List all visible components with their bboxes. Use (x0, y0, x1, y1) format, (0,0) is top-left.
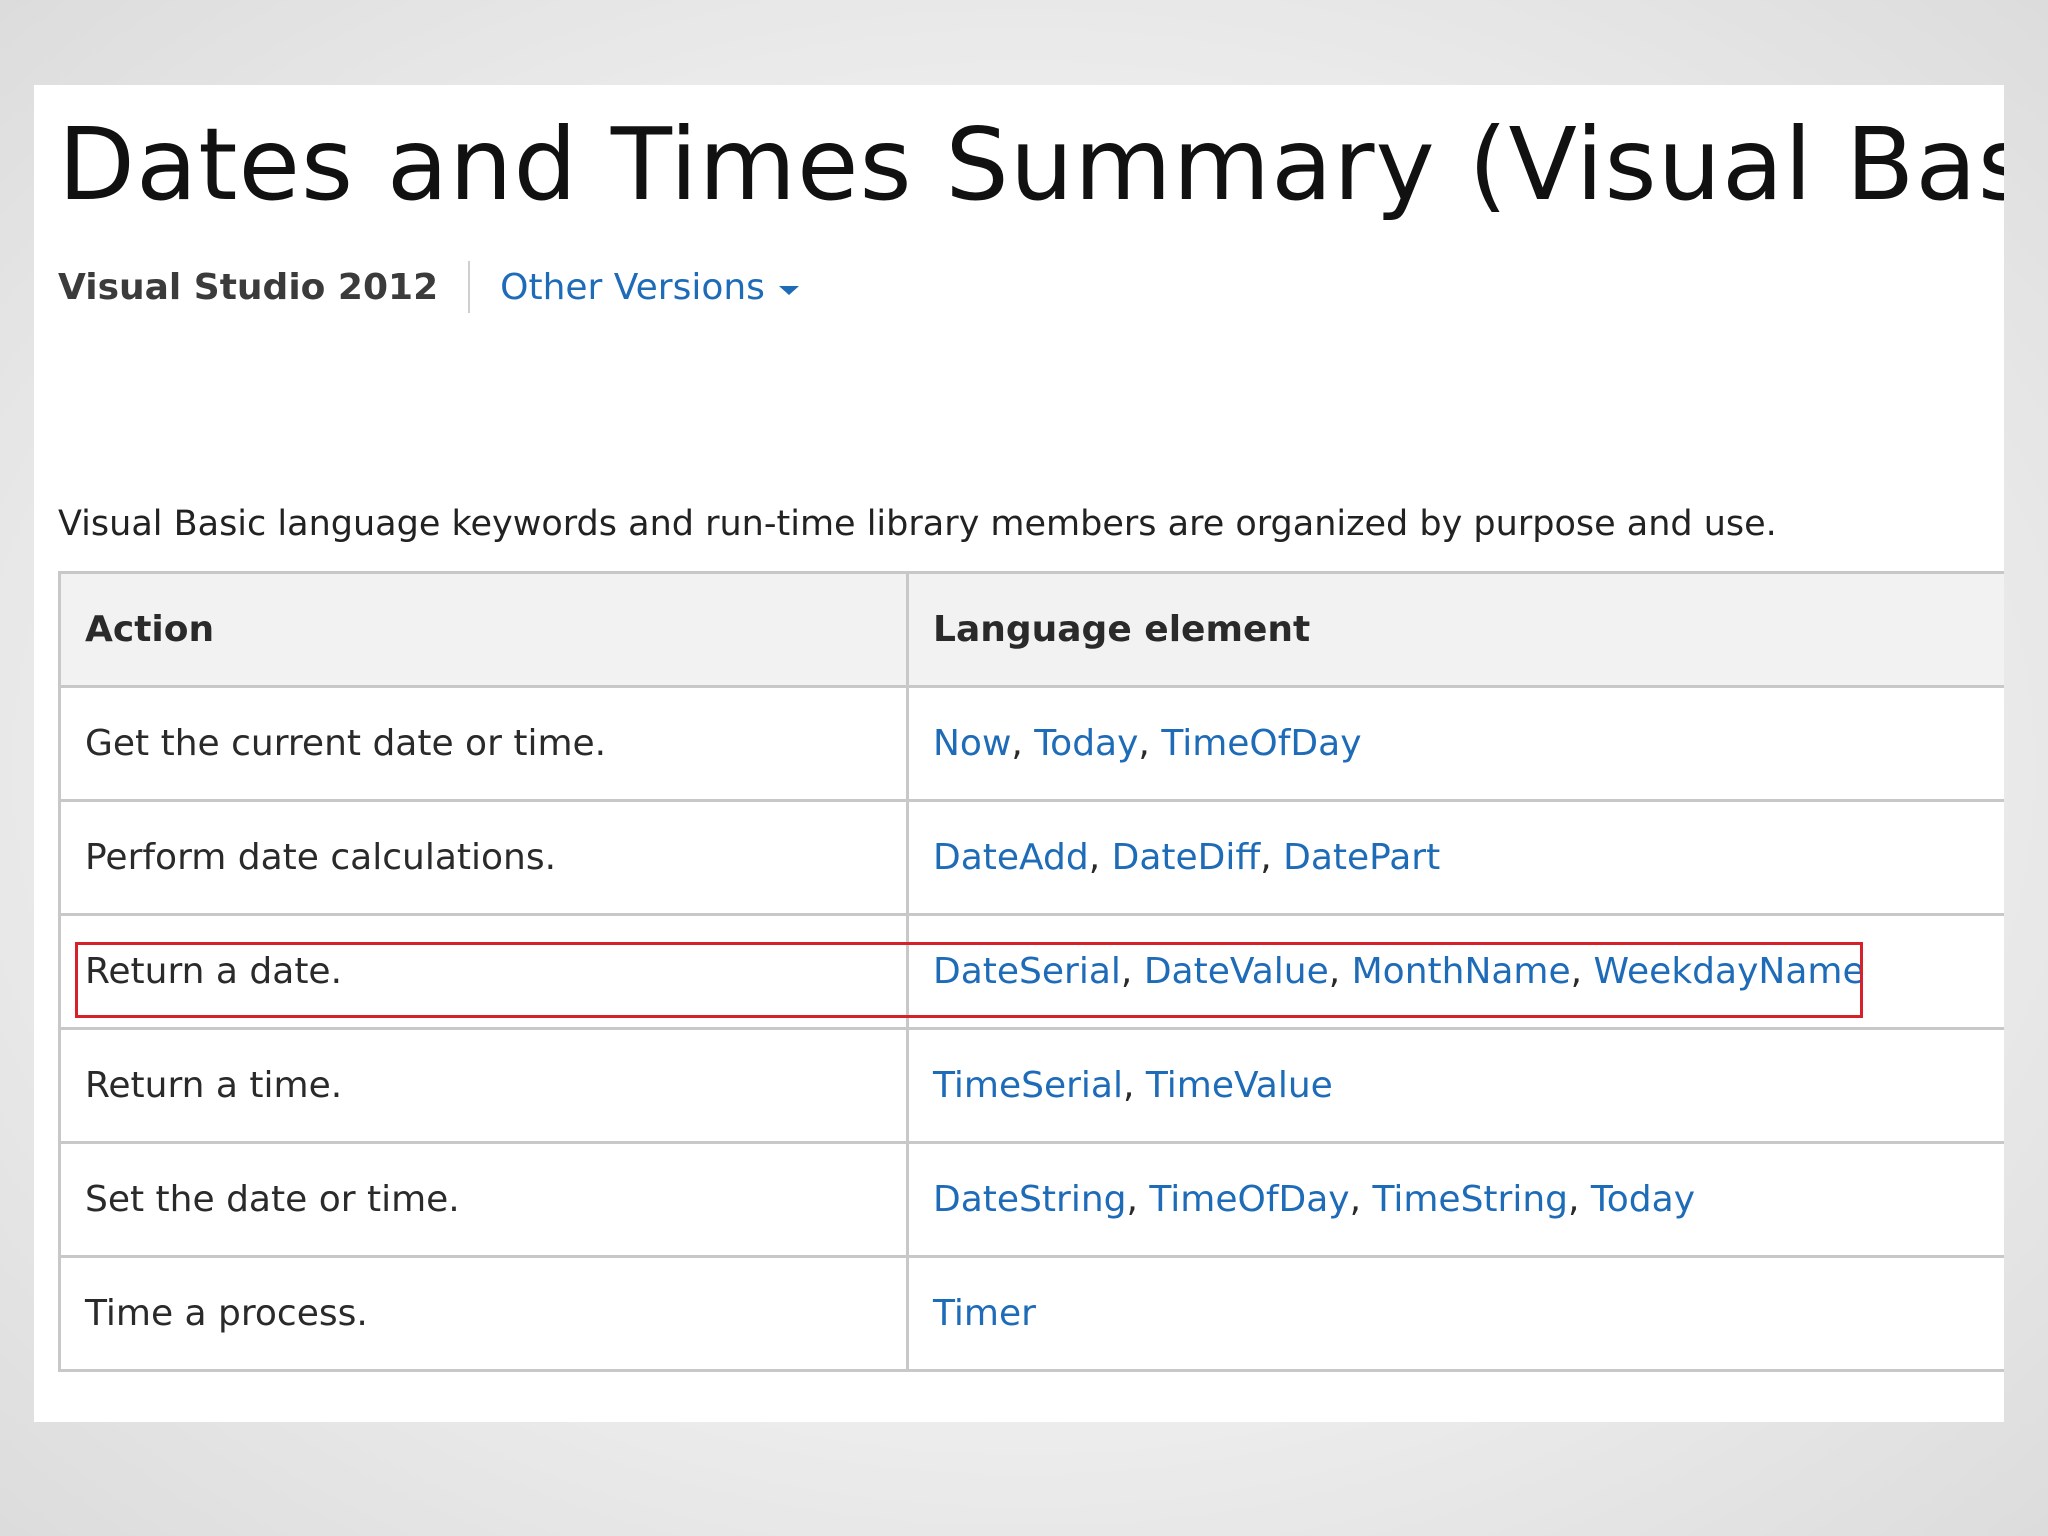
action-cell: Return a time. (58, 1027, 909, 1144)
language-element-link[interactable]: DateString (933, 1179, 1126, 1220)
table-row: Perform date calculations. DateAdd, DateD… (58, 799, 2004, 916)
table-row: Return a time. TimeSerial, TimeValue (58, 1027, 2004, 1144)
intro-paragraph: Visual Basic language keywords and run-t… (58, 504, 1777, 544)
header-action: Action (58, 571, 909, 688)
slide-panel: Dates and Times Summary (Visual Basic) V… (34, 85, 2004, 1422)
language-element-link[interactable]: TimeOfDay (1149, 1179, 1349, 1220)
language-element-link[interactable]: Now (933, 723, 1011, 764)
action-cell: Time a process. (58, 1255, 909, 1372)
language-element-link[interactable]: TimeSerial (933, 1065, 1123, 1106)
language-element-link[interactable]: Today (1591, 1179, 1695, 1220)
language-element-link[interactable]: DateDiff (1112, 837, 1261, 878)
language-element-cell: DateSerial, DateValue, MonthName, Weekda… (906, 913, 2004, 1030)
element-separator: , (1088, 837, 1112, 878)
element-separator: , (1126, 1179, 1150, 1220)
language-element-cell: Now, Today, TimeOfDay (906, 685, 2004, 802)
table-row: Get the current date or time. Now, Today,… (58, 685, 2004, 802)
action-cell: Return a date. (58, 913, 909, 1030)
element-separator: , (1122, 1065, 1146, 1106)
element-separator: , (1138, 723, 1162, 764)
element-separator: , (1568, 1179, 1591, 1220)
language-element-link[interactable]: TimeOfDay (1161, 723, 1361, 764)
action-cell: Perform date calculations. (58, 799, 909, 916)
language-element-link[interactable]: Timer (933, 1293, 1036, 1334)
language-element-link[interactable]: MonthName (1352, 951, 1571, 992)
table-row: Time a process. Timer (58, 1255, 2004, 1372)
action-cell: Set the date or time. (58, 1141, 909, 1258)
element-separator: , (1011, 723, 1035, 764)
language-element-cell: DateAdd, DateDiff, DatePart (906, 799, 2004, 916)
table-row: Return a date. DateSerial, DateValue, Mon… (58, 913, 2004, 1030)
element-separator: , (1260, 837, 1284, 878)
element-separator: , (1349, 1179, 1373, 1220)
language-element-link[interactable]: WeekdayName (1594, 951, 1865, 992)
version-divider (468, 261, 471, 313)
summary-table: Action Language element Get the current … (58, 571, 2004, 1372)
language-element-cell: Timer (906, 1255, 2004, 1372)
element-separator: , (1328, 951, 1352, 992)
page-title: Dates and Times Summary (Visual Basic) (58, 106, 2004, 223)
table-header-row: Action Language element (58, 571, 2004, 688)
language-element-link[interactable]: DateValue (1144, 951, 1329, 992)
other-versions-label: Other Versions (500, 266, 765, 308)
product-version-label: Visual Studio 2012 (58, 266, 439, 308)
version-bar: Visual Studio 2012 Other Versions (58, 257, 799, 317)
language-element-link[interactable]: TimeValue (1146, 1065, 1333, 1106)
language-element-cell: DateString, TimeOfDay, TimeString, Today (906, 1141, 2004, 1258)
element-separator: , (1120, 951, 1144, 992)
language-element-link[interactable]: DatePart (1283, 837, 1440, 878)
caret-down-icon (778, 285, 799, 295)
element-separator: , (1570, 951, 1594, 992)
language-element-link[interactable]: TimeString (1372, 1179, 1568, 1220)
language-element-link[interactable]: DateSerial (933, 951, 1121, 992)
header-language-element: Language element (906, 571, 2004, 688)
language-element-link[interactable]: Today (1034, 723, 1138, 764)
action-cell: Get the current date or time. (58, 685, 909, 802)
other-versions-dropdown[interactable]: Other Versions (500, 267, 799, 308)
language-element-cell: TimeSerial, TimeValue (906, 1027, 2004, 1144)
table-row: Set the date or time. DateString, TimeOfD… (58, 1141, 2004, 1258)
language-element-link[interactable]: DateAdd (933, 837, 1089, 878)
table-body: Get the current date or time. Now, Today,… (58, 685, 2004, 1372)
